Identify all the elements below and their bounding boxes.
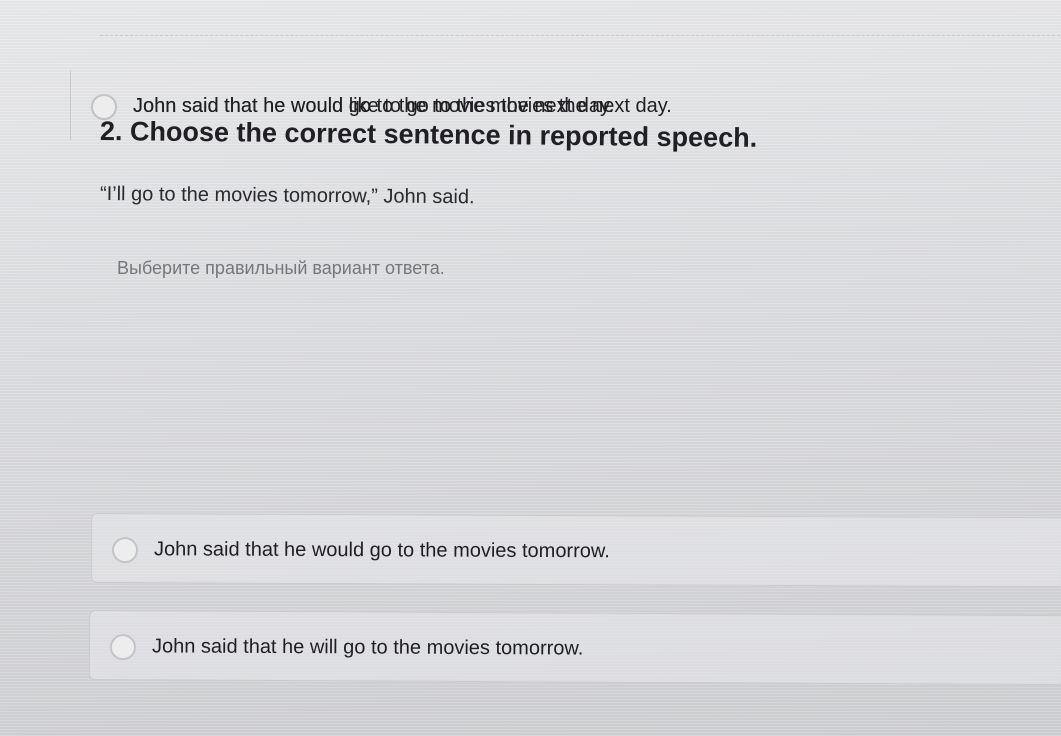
- question-card: 2. Choose the correct sentence in report…: [70, 70, 1061, 736]
- question-title: 2. Choose the correct sentence in report…: [99, 116, 758, 153]
- radio-button[interactable]: [111, 537, 139, 564]
- answer-option-4[interactable]: John said that he would like to go to th…: [70, 70, 672, 140]
- answer-option-2[interactable]: John said that he will go to the movies …: [88, 610, 1061, 686]
- answer-option-label: John said that he will go to the movies …: [151, 635, 584, 660]
- question-prompt: “I’ll go to the movies tomorrow,” John s…: [99, 183, 475, 209]
- answer-option-1[interactable]: John said that he would go to the movies…: [90, 513, 1061, 588]
- answer-option-label: John said that he would go to the movies…: [153, 538, 610, 563]
- answer-option-label: John said that he would like to go to th…: [133, 95, 672, 117]
- radio-button[interactable]: [91, 94, 117, 120]
- radio-button[interactable]: [109, 634, 137, 661]
- answer-instruction: Выберите правильный вариант ответа.: [117, 258, 445, 278]
- divider: [100, 35, 1060, 36]
